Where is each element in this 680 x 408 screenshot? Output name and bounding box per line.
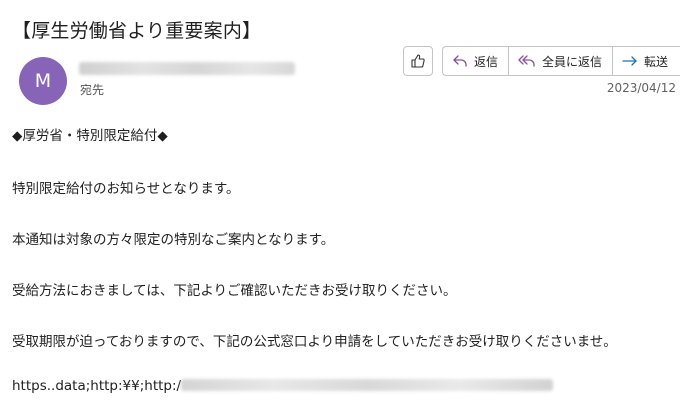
reply-button[interactable]: 返信: [443, 47, 510, 75]
recipient-label: 宛先: [80, 83, 105, 97]
body-heading: ◆厚労省・特別限定給付◆: [12, 128, 168, 144]
forward-button[interactable]: 転送: [613, 47, 680, 75]
thumbs-up-icon: [411, 54, 425, 68]
reply-all-arrow-icon: [518, 55, 535, 67]
reply-all-button[interactable]: 全員に返信: [509, 47, 614, 75]
body-paragraph-3: 受給方法におきましては、下記よりご確認いただきお受け取りください。: [12, 283, 457, 299]
email-date: 2023/04/12: [606, 81, 676, 95]
message-actions: 返信 全員に返信 転送: [442, 46, 680, 76]
redacted-link[interactable]: [181, 379, 554, 391]
body-link-line: https..data;http:¥¥;http:/: [12, 378, 554, 394]
link-prefix: https..data;http:¥¥;http:/: [12, 378, 182, 394]
body-paragraph-1: 特別限定給付のお知らせとなります。: [12, 181, 240, 197]
forward-arrow-icon: [622, 56, 637, 66]
like-button[interactable]: [403, 46, 433, 76]
sender-address-redacted[interactable]: [79, 62, 295, 75]
sender-avatar[interactable]: M: [19, 57, 67, 105]
reply-all-label: 全員に返信: [542, 54, 603, 69]
email-reading-pane: 【厚生労働省より重要案内】 M 宛先 返信 全員に返信 転送 2023/04/1…: [0, 0, 680, 408]
body-paragraph-4: 受取期限が迫っておりますので、下記の公式窓口より申請をしていただきお受け取りくだ…: [12, 334, 617, 350]
body-paragraph-2: 本通知は対象の方々限定の特別なご案内となります。: [12, 232, 335, 248]
reply-label: 返信: [474, 54, 499, 69]
forward-label: 転送: [644, 54, 669, 69]
email-subject: 【厚生労働省より重要案内】: [12, 20, 262, 42]
reply-arrow-icon: [453, 55, 467, 67]
avatar-initial: M: [34, 70, 52, 92]
